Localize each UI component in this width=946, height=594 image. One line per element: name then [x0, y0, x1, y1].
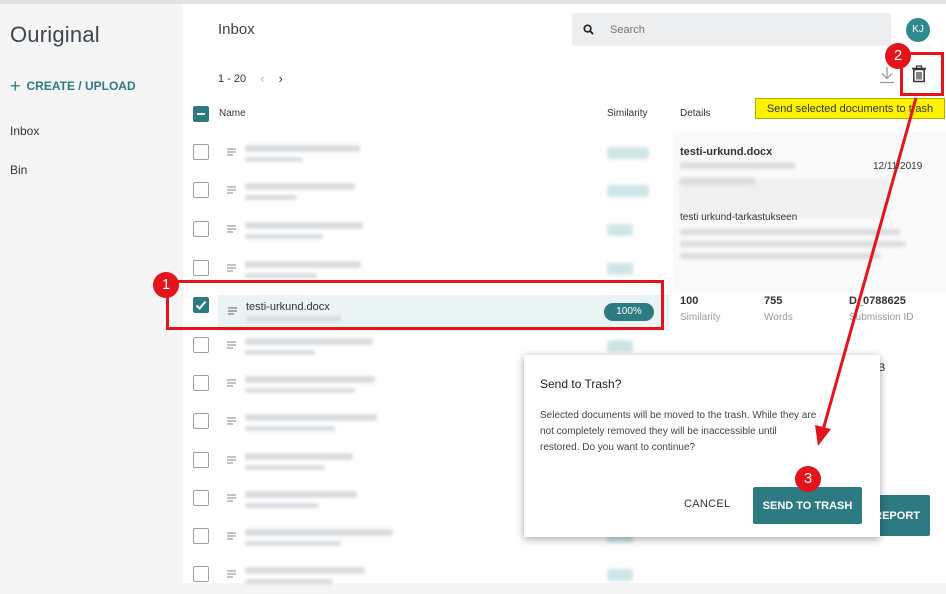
annotation-badge-2: 2 [885, 43, 911, 69]
annotation-badge-3: 3 [795, 466, 821, 492]
annotation-arrow [815, 97, 918, 446]
annotation-badge-1: 1 [153, 272, 179, 298]
